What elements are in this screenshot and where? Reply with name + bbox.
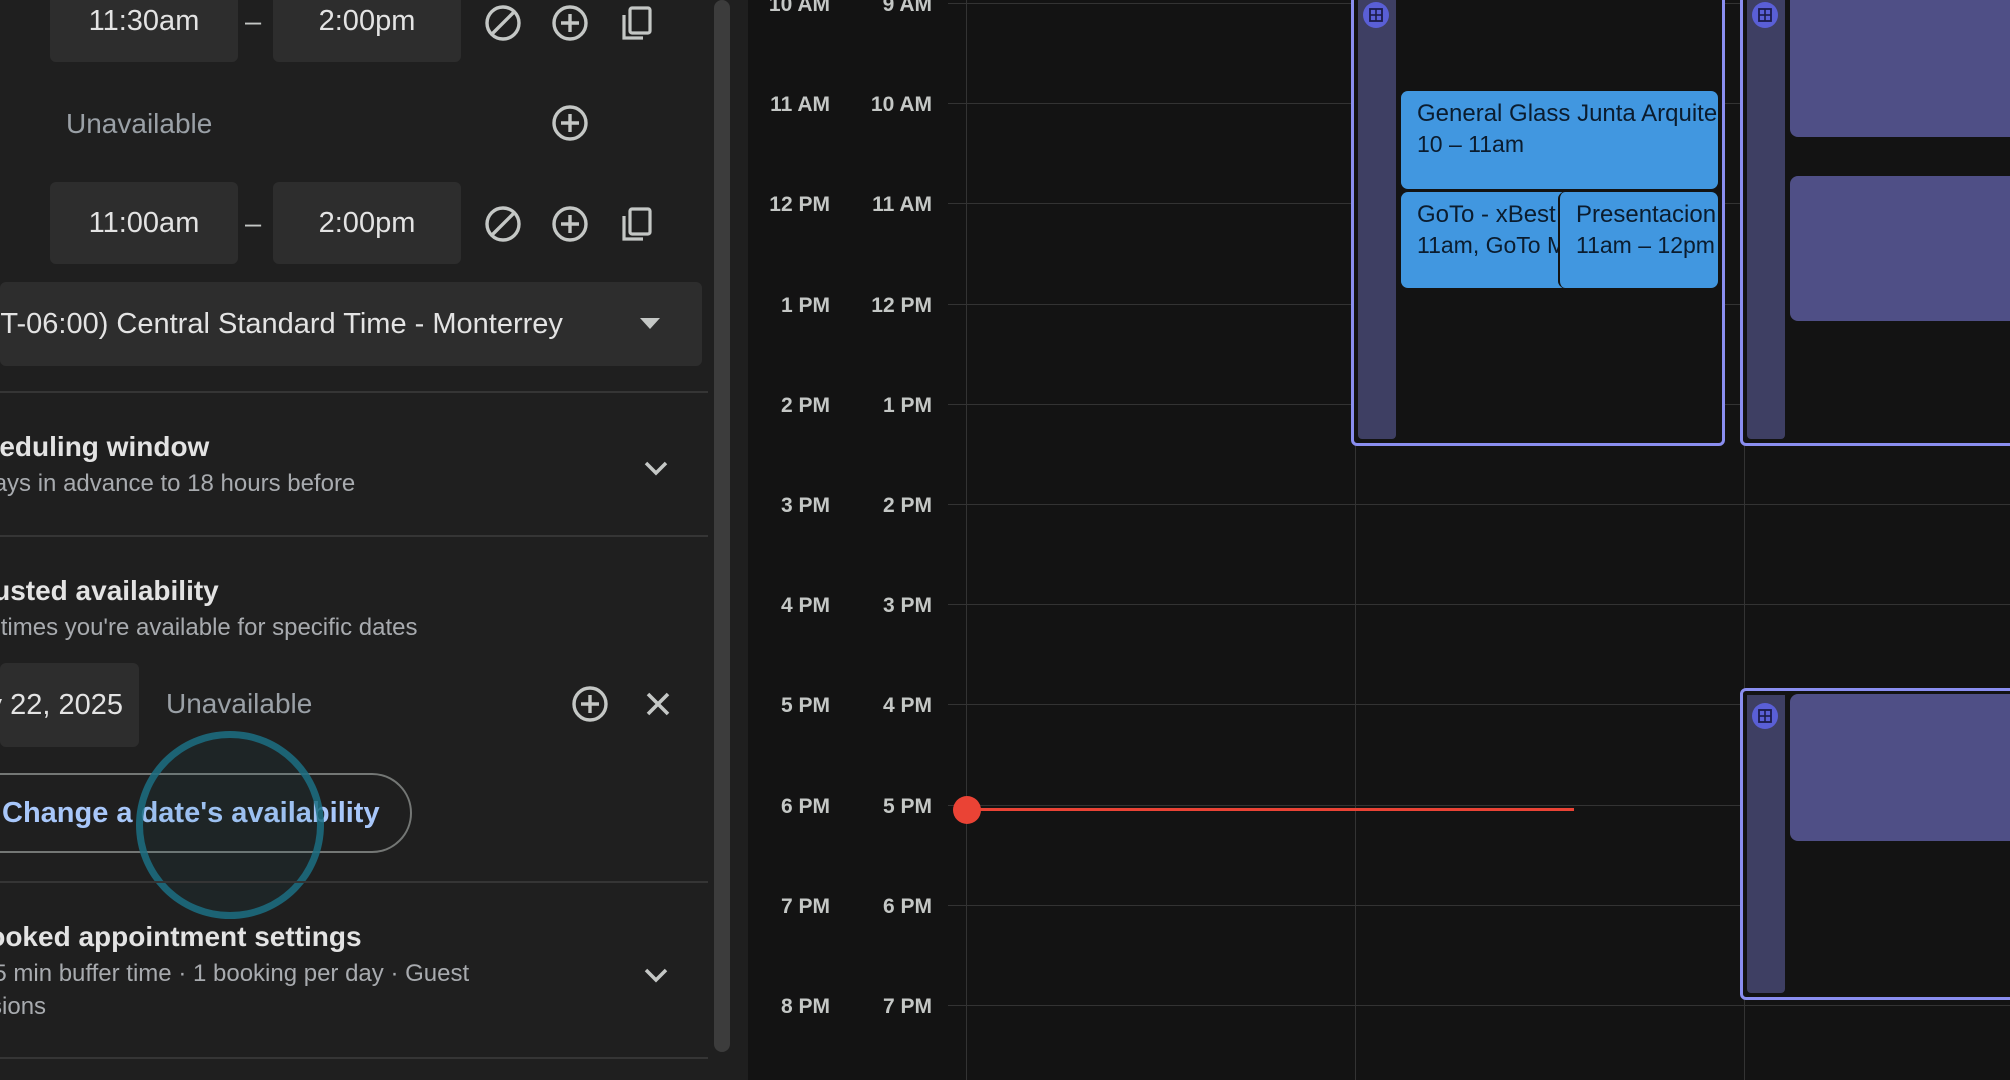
add-circle-icon[interactable] (547, 0, 593, 46)
block-icon[interactable] (480, 201, 526, 247)
end-time-select[interactable]: 2:00pm (273, 0, 461, 62)
scrollbar[interactable] (714, 0, 730, 1052)
add-circle-icon[interactable] (547, 201, 593, 247)
time-label: 1 PM (780, 293, 830, 317)
time-label: 11 AM (770, 93, 830, 117)
available-slot[interactable] (1790, 176, 2010, 321)
section-subtitle: 60 days in advance to 18 hours before (0, 470, 356, 497)
panel-gap (730, 0, 748, 1080)
add-circle-icon[interactable] (547, 100, 593, 146)
close-icon[interactable] (635, 681, 681, 727)
section-subtitle: Indicate times you're available for spec… (0, 614, 418, 641)
copy-icon[interactable] (614, 201, 660, 247)
secondary-time-label: 5 PM (882, 794, 932, 818)
time-label: 2 PM (780, 393, 830, 417)
event-title: General Glass Junta Arquitectura (1417, 100, 1718, 127)
event-time: 10 – 11am (1417, 131, 1524, 157)
day-divider (966, 0, 967, 1080)
appointment-schedule-icon (1752, 703, 1778, 729)
start-time-select[interactable]: 11:30am (50, 0, 238, 62)
current-time-line (968, 808, 1574, 811)
date-value: May 22, 2025 (0, 688, 123, 721)
secondary-time-label: 10 AM (870, 93, 932, 117)
unavailable-label: Unavailable (66, 108, 213, 139)
secondary-time-label: 7 PM (882, 995, 932, 1018)
available-slot[interactable] (1790, 0, 2010, 137)
add-circle-icon[interactable] (567, 681, 613, 727)
booking-settings-panel: 11:30am – 2:00pm Unavailable 11:00am – 2… (0, 0, 730, 1080)
appointment-strip (1747, 695, 1785, 993)
section-title: Booked appointment settings (0, 921, 362, 952)
divider (0, 391, 708, 393)
timezone-select[interactable]: (GMT-06:00) Central Standard Time - Mont… (0, 282, 702, 366)
calendar-event[interactable]: General Glass Junta Arquitectura 10 – 11… (1401, 91, 1718, 189)
secondary-time-label: 11 AM (872, 193, 932, 217)
appointment-strip (1747, 0, 1785, 439)
divider (0, 535, 708, 537)
hour-line (948, 604, 2010, 606)
time-label: 5 PM (780, 694, 830, 718)
secondary-time-label: 3 PM (882, 594, 932, 618)
click-indicator (136, 731, 324, 919)
time-separator: – (245, 6, 262, 38)
secondary-time-label: 6 PM (882, 894, 932, 918)
date-status-label: Unavailable (166, 688, 313, 719)
time-label: 8 PM (780, 995, 830, 1018)
appointment-schedule-icon (1363, 2, 1389, 28)
event-title: GoTo - xBest (1417, 201, 1556, 228)
time-label: 4 PM (780, 594, 830, 618)
divider (0, 1057, 708, 1059)
divider (0, 881, 708, 883)
chevron-down-icon[interactable] (638, 450, 674, 486)
secondary-time-label: 9 AM (882, 0, 932, 16)
current-time-dot (953, 796, 981, 824)
timezone-label: (GMT-06:00) Central Standard Time - Mont… (0, 307, 563, 340)
end-time-select[interactable]: 2:00pm (273, 182, 461, 264)
event-title: Presentacion (1576, 201, 1717, 228)
secondary-time-label: 2 PM (882, 494, 932, 517)
time-separator: – (245, 208, 262, 240)
event-time: 11am – 12pm (1576, 232, 1715, 258)
time-label: 6 PM (780, 794, 830, 818)
time-label: 10 AM (768, 0, 830, 16)
chevron-down-icon[interactable] (638, 957, 674, 993)
section-subtitle: permissions (0, 993, 47, 1020)
calendar-event[interactable]: Presentacion 11am – 12pm (1558, 192, 1718, 288)
section-subtitle: 15 min buffer time · 1 booking per day ·… (0, 960, 470, 987)
time-label: 3 PM (780, 494, 830, 517)
hour-line (948, 1005, 2010, 1006)
section-title: Adjusted availability (0, 575, 219, 606)
appointment-schedule-icon (1752, 2, 1778, 28)
available-slot[interactable] (1790, 694, 2010, 841)
start-time-select[interactable]: 11:00am (50, 182, 238, 264)
calendar-event[interactable]: GoTo - xBest 11am, GoTo Meeting (1401, 192, 1567, 288)
event-time: 11am, GoTo Meeting (1417, 232, 1567, 258)
date-select[interactable]: May 22, 2025 (0, 663, 139, 747)
calendar-grid[interactable]: 10 AM 9 AM 11 AM 10 AM 12 PM 11 AM 1 PM 12 PM 2 … (748, 0, 2010, 1080)
secondary-time-label: 4 PM (882, 694, 932, 718)
secondary-time-label: 12 PM (871, 293, 932, 317)
time-label: 12 PM (769, 193, 830, 217)
hour-line (948, 504, 2010, 505)
copy-icon[interactable] (614, 0, 660, 46)
block-icon[interactable] (480, 0, 526, 46)
appointment-strip (1358, 0, 1396, 439)
dropdown-arrow-icon (640, 318, 660, 329)
time-label: 7 PM (780, 894, 830, 918)
section-title: Scheduling window (0, 431, 210, 462)
secondary-time-label: 1 PM (882, 393, 932, 417)
